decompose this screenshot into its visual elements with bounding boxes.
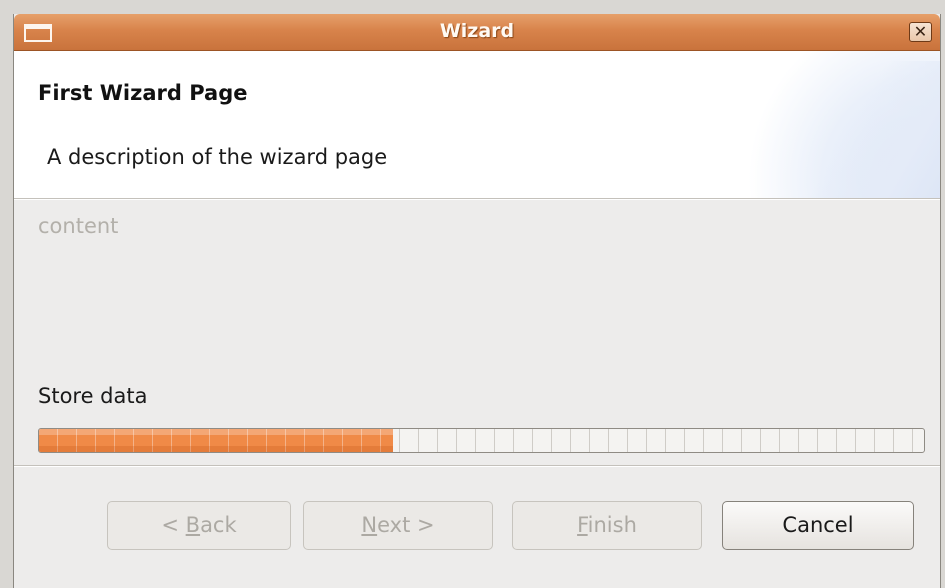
cancel-button[interactable]: Cancel [722,501,914,550]
progress-label: Store data [38,384,148,408]
wizard-dialog: Wizard ✕ First Wizard Page A description… [13,14,941,588]
finish-button-mnemonic: F [577,513,588,537]
window-title: Wizard [439,20,515,42]
cancel-button-label: Cancel [782,513,854,537]
progress-bar [38,428,925,453]
back-button-label: ack [200,513,237,537]
header-separator [14,198,940,200]
back-button-mnemonic: B [185,513,201,537]
next-button-suffix: > [410,513,435,537]
content-placeholder: content [38,214,119,238]
title-bar[interactable]: Wizard ✕ [14,14,940,51]
close-button[interactable]: ✕ [909,22,932,42]
wizard-header: First Wizard Page A description of the w… [14,51,940,199]
next-button-mnemonic: N [361,513,378,537]
button-separator [14,465,940,467]
page-title: First Wizard Page [38,81,248,105]
next-button[interactable]: Next > [303,501,493,550]
back-button[interactable]: < Back [107,501,291,550]
close-icon: ✕ [913,22,928,41]
finish-button[interactable]: Finish [512,501,702,550]
next-button-label: ext [377,513,411,537]
progress-bar-fill [39,429,393,452]
finish-button-label: inish [587,513,637,537]
back-button-prefix: < [161,513,186,537]
page-description: A description of the wizard page [47,145,388,169]
header-decoration-gradient [810,61,940,199]
